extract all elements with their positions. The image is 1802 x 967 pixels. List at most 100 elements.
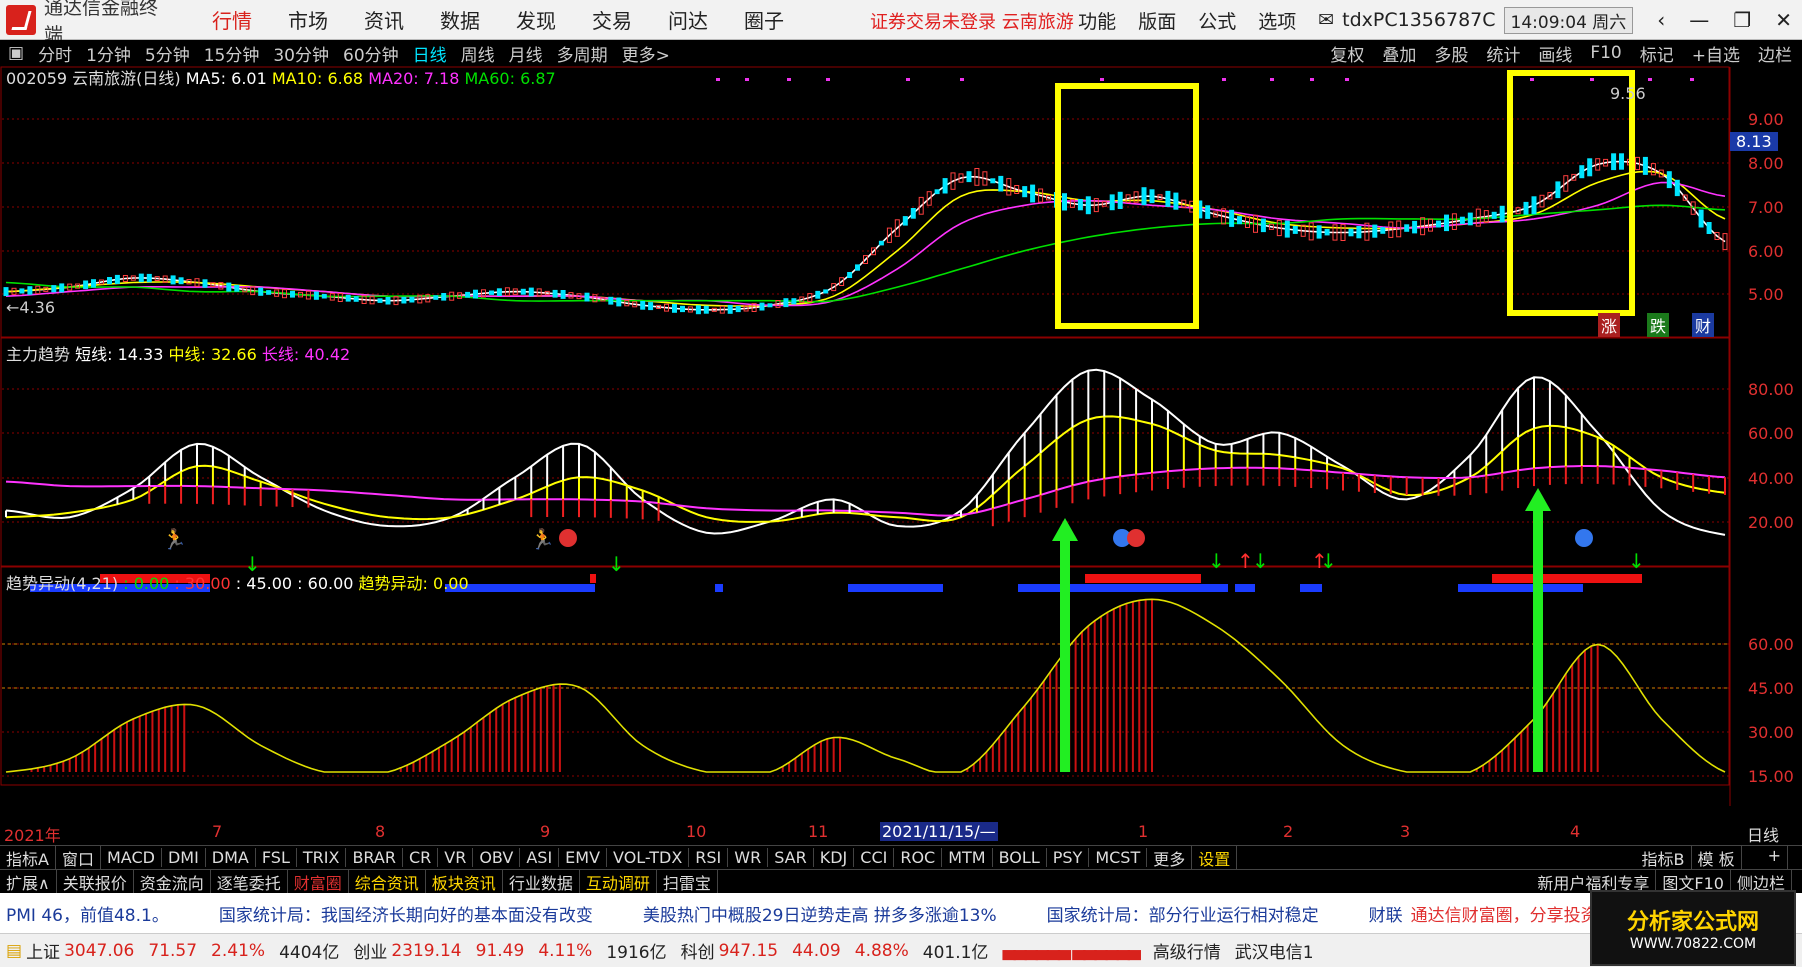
stock-title[interactable]: 002059 云南旅游(日线) (6, 69, 181, 88)
badge-finance[interactable]: 财 (1692, 313, 1715, 337)
tab-roc[interactable]: ROC (894, 848, 943, 867)
news-item[interactable]: 国家统计局：我国经济长期向好的基本面没有改变 (219, 901, 593, 926)
tab-mtm[interactable]: MTM (942, 848, 993, 867)
menu-item-discover[interactable]: 发现 (498, 5, 574, 34)
menu-item-news[interactable]: 资讯 (346, 5, 422, 34)
tab-expand[interactable]: 扩展∧ (0, 869, 57, 894)
tab-indicator-b[interactable]: 指标B (1636, 845, 1692, 870)
news-item[interactable]: 通达信财富圈，分享投资 (1411, 901, 1598, 926)
tool-sidebar[interactable]: 边栏 (1758, 41, 1792, 66)
period-multi[interactable]: 多周期 (557, 41, 608, 66)
period-daily[interactable]: 日线 (413, 41, 447, 66)
tab-wealth-circle[interactable]: 财富圈 (288, 869, 349, 894)
close-icon[interactable]: ✕ (1775, 8, 1792, 32)
add-tab-button[interactable]: + (1762, 845, 1788, 870)
restore-icon[interactable]: ❐ (1733, 8, 1751, 32)
indicator-name[interactable]: 趋势异动(4,21) (6, 574, 118, 593)
news-item[interactable]: PMI 46，前值48.1。 (6, 901, 169, 926)
period-weekly[interactable]: 周线 (461, 41, 495, 66)
tab-industry-data[interactable]: 行业数据 (503, 869, 580, 894)
minimize-icon[interactable]: — (1689, 8, 1709, 32)
tab-research[interactable]: 互动调研 (580, 869, 657, 894)
sidebar-toggle-icon[interactable]: ▣ (8, 43, 24, 63)
tab-template[interactable]: 模 板 (1692, 845, 1742, 870)
badge-fall[interactable]: 跌 (1647, 313, 1670, 337)
tab-dma[interactable]: DMA (206, 848, 256, 867)
menu-item-formula[interactable]: 公式 (1198, 7, 1236, 34)
indicator-name[interactable]: 主力趋势 (6, 345, 70, 364)
tab-window[interactable]: 窗口 (56, 845, 101, 870)
tab-fsl[interactable]: FSL (256, 848, 297, 867)
tool-stats[interactable]: 统计 (1486, 41, 1520, 66)
mail-icon[interactable]: ✉ (1318, 9, 1334, 31)
folder-icon[interactable]: ▤ (6, 941, 22, 961)
tab-risk-scan[interactable]: 扫雷宝 (657, 869, 718, 894)
tab-psy[interactable]: PSY (1047, 848, 1090, 867)
period-5min[interactable]: 5分钟 (145, 41, 190, 66)
candlestick (465, 291, 471, 298)
sh-label[interactable]: 上证 (26, 938, 60, 963)
tool-f10[interactable]: F10 (1590, 43, 1621, 63)
tool-adjust[interactable]: 复权 (1330, 41, 1364, 66)
period-intraday[interactable]: 分时 (38, 41, 72, 66)
tab-vr[interactable]: VR (438, 848, 474, 867)
menu-item-data[interactable]: 数据 (422, 5, 498, 34)
tool-mark[interactable]: 标记 (1640, 41, 1674, 66)
server-name[interactable]: 武汉电信1 (1235, 938, 1314, 963)
menu-item-quotes[interactable]: 行情 (194, 5, 270, 34)
menu-item-ask[interactable]: 问达 (650, 5, 726, 34)
period-1min[interactable]: 1分钟 (86, 41, 131, 66)
tab-mcst[interactable]: MCST (1089, 848, 1148, 867)
tab-rsi[interactable]: RSI (689, 848, 729, 867)
cy-label[interactable]: 创业 (353, 938, 387, 963)
tab-news-general[interactable]: 综合资讯 (349, 869, 426, 894)
tool-overlay[interactable]: 叠加 (1382, 41, 1416, 66)
tab-asi[interactable]: ASI (520, 848, 560, 867)
period-15min[interactable]: 15分钟 (204, 41, 260, 66)
news-item[interactable]: 财联 (1369, 901, 1403, 926)
menu-item-trade[interactable]: 交易 (574, 5, 650, 34)
tab-more[interactable]: 更多 (1147, 845, 1193, 870)
period-more[interactable]: 更多> (622, 41, 670, 66)
tab-dmi[interactable]: DMI (162, 848, 206, 867)
tab-trix[interactable]: TRIX (297, 848, 347, 867)
tab-sector-news[interactable]: 板块资讯 (426, 869, 503, 894)
menu-item-options[interactable]: 选项 (1258, 7, 1296, 34)
period-label[interactable]: 日线 (1747, 822, 1779, 846)
tab-sar[interactable]: SAR (768, 848, 814, 867)
tool-multi-stock[interactable]: 多股 (1434, 41, 1468, 66)
quote-level[interactable]: 高级行情 (1153, 938, 1221, 963)
tab-order-detail[interactable]: 逐笔委托 (211, 869, 288, 894)
period-30min[interactable]: 30分钟 (273, 41, 329, 66)
tab-obv[interactable]: OBV (473, 848, 521, 867)
login-alert[interactable]: 证券交易未登录 云南旅游 (870, 8, 1074, 34)
chart-area[interactable]: 🏃 🏃 ↓ ↓ ↓ ↑ ↓ ↑ ↓ ↓ 002059 云南旅游(日线) MA5:… (0, 66, 1802, 858)
menu-item-market[interactable]: 市场 (270, 5, 346, 34)
tab-boll[interactable]: BOLL (993, 848, 1047, 867)
tab-settings[interactable]: 设置 (1192, 845, 1238, 870)
tab-kdj[interactable]: KDJ (814, 848, 855, 867)
tab-emv[interactable]: EMV (559, 848, 608, 867)
period-60min[interactable]: 60分钟 (343, 41, 399, 66)
kc-label[interactable]: 科创 (681, 938, 715, 963)
tab-indicator-a[interactable]: 指标A (0, 845, 56, 870)
tab-related-quotes[interactable]: 关联报价 (57, 869, 134, 894)
tab-vol-tdx[interactable]: VOL-TDX (607, 848, 690, 867)
back-icon[interactable]: ‹ (1657, 8, 1665, 32)
news-item[interactable]: 美股热门中概股29日逆势走高 拼多多涨逾13% (643, 901, 997, 926)
tool-add-watchlist[interactable]: +自选 (1692, 41, 1740, 66)
tool-draw[interactable]: 画线 (1538, 41, 1572, 66)
tab-wr[interactable]: WR (728, 848, 769, 867)
period-monthly[interactable]: 月线 (509, 41, 543, 66)
badge-rise[interactable]: 涨 (1598, 313, 1621, 337)
menu-item-function[interactable]: 功能 (1078, 7, 1116, 34)
tab-cr[interactable]: CR (403, 848, 439, 867)
kline-chart[interactable]: 🏃 🏃 ↓ ↓ ↓ ↑ ↓ ↑ ↓ ↓ (0, 66, 1802, 858)
tab-macd[interactable]: MACD (101, 848, 162, 867)
tab-brar[interactable]: BRAR (346, 848, 403, 867)
tab-cci[interactable]: CCI (854, 848, 895, 867)
news-item[interactable]: 国家统计局：部分行业运行相对稳定 (1047, 901, 1319, 926)
tab-fund-flow[interactable]: 资金流向 (134, 869, 211, 894)
menu-item-layout[interactable]: 版面 (1138, 7, 1176, 34)
menu-item-circle[interactable]: 圈子 (726, 5, 802, 34)
